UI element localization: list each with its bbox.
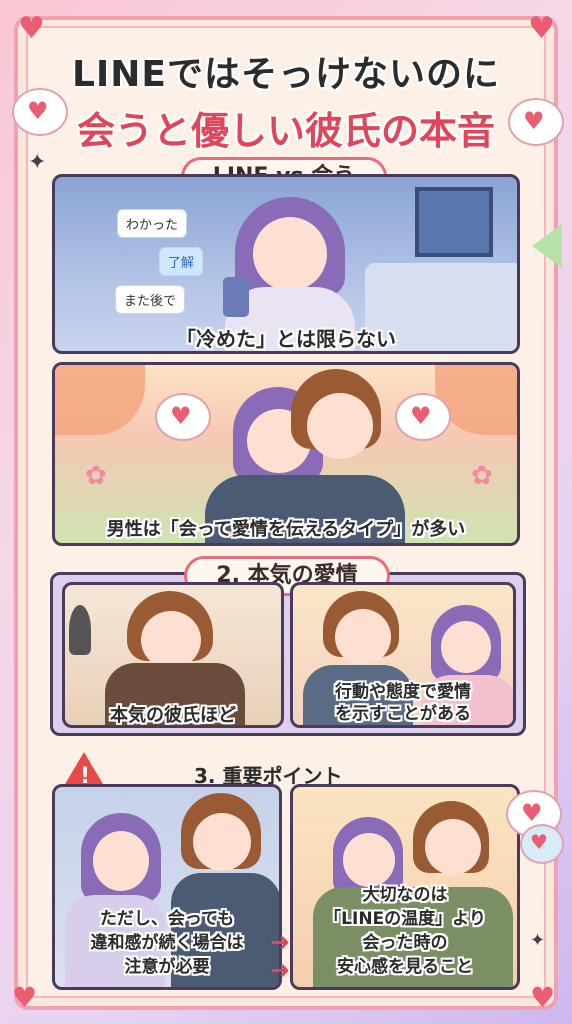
caption-caution-line2: 違和感が続く場合は [90,933,244,953]
caption-key-line3: 会った時の [362,933,448,953]
pan-icon [69,605,91,655]
caption-key: 大切なのは 「LINEの温度」より 会った時の 安心感を見ること [293,883,517,979]
panel-cooking: 本気の彼氏ほど [62,582,284,728]
window-picture [415,187,493,257]
girl-face [93,831,149,891]
chat-message: 了解 [159,247,204,276]
panel-reassurance: 大切なのは 「LINEの温度」より 会った時の 安心感を見ること [290,784,520,990]
panel-holding-hands: 行動や態度で愛情 を示すことがある [290,582,516,728]
panel-meet-park: ♥ ♥ ✿ ✿ 男性は「会って愛情を伝えるタイプ」が多い [52,362,520,546]
caption-serious: 本気の彼氏ほど [110,705,236,726]
caption-love-type: 男性は「会って愛情を伝えるタイプ」が多い [106,519,466,540]
chat-message: また後で [115,285,186,314]
chat-bubble-heart-icon: ♥ [520,824,564,864]
boy-face [307,393,373,459]
panel-caution: ただし、会っても 違和感が続く場合は 注意が必要 [52,784,282,990]
triangle-decoration [532,224,562,268]
caption-not-cold: 「冷めた」とは限らない [176,327,396,351]
caption-caution: ただし、会っても 違和感が続く場合は 注意が必要 [55,907,279,979]
boy-face [141,611,201,669]
arrow-right-icon: ➜ [270,956,291,984]
infographic-page: ♥ ♥ ♥ ♥ ✦ ✦ ♥ ♥ LINEではそっけないのに 会うと優しい彼氏の本… [0,0,572,1024]
boy-face [193,813,251,871]
caption-key-line4: 安心感を見ること [337,957,473,977]
chat-message: わかった [117,209,188,238]
caption-action: 行動や態度で愛情 を示すことがある [293,681,513,725]
boy-face [425,819,481,875]
panel-line-night: わかった 了解 また後で 「冷めた」とは限らない [52,174,520,354]
sparkle-icon: ✦ [530,930,546,951]
caption-action-line1: 行動や態度で愛情 [335,682,471,702]
boy-face [335,609,391,665]
flower-icon: ✿ [85,461,107,491]
page-title-line1: LINEではそっけないのに [71,54,501,95]
girl-face [441,621,491,673]
caption-key-line1: 大切なのは [362,885,448,905]
heart-icon: ♥ [18,11,45,46]
arrow-right-icon: ➜ [270,928,291,956]
autumn-tree [55,365,145,435]
caption-action-line2: を示すことがある [335,704,471,724]
girl-face [343,833,395,887]
heart-icon: ♥ [12,981,38,1014]
flower-icon: ✿ [471,461,493,491]
heart-icon: ♥ [530,981,556,1014]
caption-key-line2: 「LINEの温度」より [324,909,486,929]
heart-icon: ♥ [528,11,555,46]
girl-face [253,217,327,291]
caption-caution-line3: 注意が必要 [124,957,210,977]
chat-bubble-heart-icon: ♥ [155,393,211,441]
caption-caution-line1: ただし、会っても [99,909,235,929]
chat-bubble-heart-icon: ♥ [395,393,451,441]
page-title-line2: 会うと優しい彼氏の本音 [76,109,495,153]
phone [223,277,249,317]
